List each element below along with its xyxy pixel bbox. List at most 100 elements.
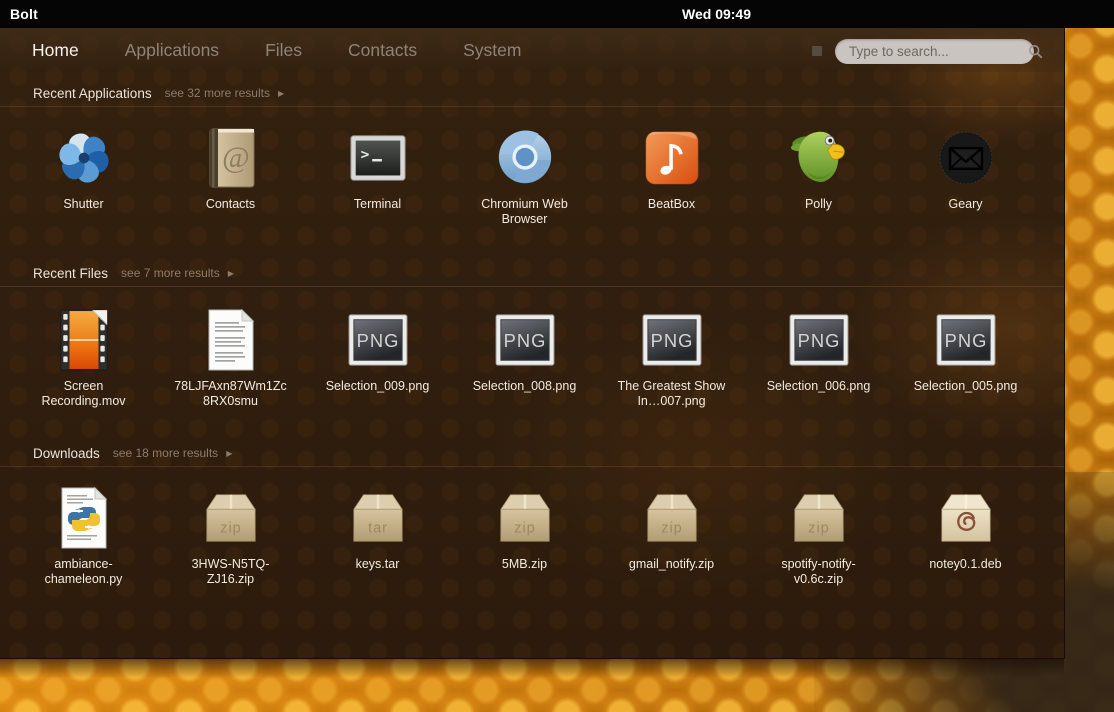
item-label: 3HWS-N5TQ-ZJ16.zip xyxy=(191,557,270,587)
app-menu-title[interactable]: Bolt xyxy=(10,6,38,22)
item-label: ambiance-chameleon.py xyxy=(44,557,123,587)
expand-arrow-icon[interactable]: ▶ xyxy=(228,269,234,278)
png-image-icon: PNG xyxy=(787,308,851,372)
top-system-bar: Bolt Wed 09:49 xyxy=(0,0,1114,28)
zip-archive-icon: zip xyxy=(493,486,557,550)
section-title: Downloads xyxy=(33,445,100,461)
chromium-icon xyxy=(493,126,557,190)
file-item-png[interactable]: PNG Selection_006.png xyxy=(745,308,892,410)
download-item-python[interactable]: ambiance-chameleon.py xyxy=(10,486,157,588)
geary-envelope-icon xyxy=(934,126,998,190)
search-box[interactable] xyxy=(835,39,1043,64)
app-item-contacts[interactable]: @ Contacts xyxy=(157,126,304,228)
download-item-zip[interactable]: zip gmail_notify.zip xyxy=(598,486,745,588)
recent-applications-grid: Shutter @ Contacts > Terminal Chromium W… xyxy=(10,126,1055,228)
file-item-png[interactable]: PNG Selection_009.png xyxy=(304,308,451,410)
section-title: Recent Applications xyxy=(33,85,152,101)
download-item-zip[interactable]: zip 5MB.zip xyxy=(451,486,598,588)
dash-panel: Home Applications Files Contacts System … xyxy=(0,28,1065,659)
item-label: The Greatest Show In…007.png xyxy=(617,379,726,409)
see-more-results-link[interactable]: see 18 more results xyxy=(113,446,218,460)
item-label: gmail_notify.zip xyxy=(628,557,715,571)
terminal-icon: > xyxy=(346,126,410,190)
file-item-screen-recording[interactable]: Screen Recording.mov xyxy=(10,308,157,410)
dash-indicator-icon xyxy=(812,46,822,56)
tar-archive-icon: tar xyxy=(346,486,410,550)
svg-text:zip: zip xyxy=(514,521,535,537)
section-header-recent-applications: Recent Applications see 32 more results … xyxy=(0,80,1064,107)
recent-files-grid: Screen Recording.mov 78LJFAxn87Wm1Zc8RX0 xyxy=(10,308,1055,410)
svg-text:zip: zip xyxy=(808,521,829,537)
address-book-icon: @ xyxy=(199,126,263,190)
section-header-recent-files: Recent Files see 7 more results ▶ xyxy=(0,260,1064,287)
svg-text:zip: zip xyxy=(661,521,682,537)
png-image-icon: PNG xyxy=(640,308,704,372)
svg-text:@: @ xyxy=(222,141,250,174)
item-label: Chromium Web Browser xyxy=(481,197,568,227)
item-label: Screen Recording.mov xyxy=(41,379,126,409)
file-item-png[interactable]: PNG Selection_005.png xyxy=(892,308,1039,410)
svg-text:tar: tar xyxy=(368,521,388,537)
file-item-png[interactable]: PNG Selection_008.png xyxy=(451,308,598,410)
download-item-deb[interactable]: notey0.1.deb xyxy=(892,486,1039,588)
item-label: 78LJFAxn87Wm1Zc8RX0smu xyxy=(174,379,287,409)
text-document-icon xyxy=(199,308,263,372)
polly-parrot-icon xyxy=(787,126,851,190)
section-title: Recent Files xyxy=(33,265,109,281)
expand-arrow-icon[interactable]: ▶ xyxy=(278,89,284,98)
app-item-geary[interactable]: Geary xyxy=(892,126,1039,228)
item-label: spotify-notify-v0.6c.zip xyxy=(781,557,856,587)
png-image-icon: PNG xyxy=(934,308,998,372)
section-header-downloads: Downloads see 18 more results ▶ xyxy=(0,440,1064,467)
item-label: Selection_006.png xyxy=(766,379,871,393)
app-item-shutter[interactable]: Shutter xyxy=(10,126,157,228)
app-item-beatbox[interactable]: BeatBox xyxy=(598,126,745,228)
see-more-results-link[interactable]: see 7 more results xyxy=(121,266,220,280)
png-image-icon: PNG xyxy=(346,308,410,372)
expand-arrow-icon[interactable]: ▶ xyxy=(226,449,232,458)
file-item-text-document[interactable]: 78LJFAxn87Wm1Zc8RX0smu xyxy=(157,308,304,410)
item-label: BeatBox xyxy=(647,197,696,211)
wallpaper-bottom-shade xyxy=(0,658,1064,678)
item-label: 5MB.zip xyxy=(501,557,548,571)
search-icon xyxy=(1028,44,1043,59)
download-item-zip[interactable]: zip spotify-notify-v0.6c.zip xyxy=(745,486,892,588)
item-label: Shutter xyxy=(63,197,104,211)
see-more-results-link[interactable]: see 32 more results xyxy=(165,86,270,100)
download-item-tar[interactable]: tar keys.tar xyxy=(304,486,451,588)
beatbox-music-note-icon xyxy=(640,126,704,190)
download-item-zip[interactable]: zip 3HWS-N5TQ-ZJ16.zip xyxy=(157,486,304,588)
svg-text:zip: zip xyxy=(220,521,241,537)
png-image-icon: PNG xyxy=(493,308,557,372)
item-label: Terminal xyxy=(353,197,402,211)
svg-text:>: > xyxy=(360,147,369,163)
app-item-polly[interactable]: Polly xyxy=(745,126,892,228)
item-label: notey0.1.deb xyxy=(929,557,1002,571)
python-script-icon xyxy=(52,486,116,550)
desktop-screen: Bolt Wed 09:49 Home Applications Files C… xyxy=(0,0,1114,712)
tab-files[interactable]: Files xyxy=(265,40,302,61)
zip-archive-icon: zip xyxy=(640,486,704,550)
app-item-chromium[interactable]: Chromium Web Browser xyxy=(451,126,598,228)
svg-text:PNG: PNG xyxy=(944,330,987,351)
deb-package-icon xyxy=(934,486,998,550)
item-label: Contacts xyxy=(205,197,256,211)
video-film-icon xyxy=(52,308,116,372)
tab-contacts[interactable]: Contacts xyxy=(348,40,417,61)
file-item-png[interactable]: PNG The Greatest Show In…007.png xyxy=(598,308,745,410)
item-label: keys.tar xyxy=(355,557,400,571)
dash-tab-bar: Home Applications Files Contacts System xyxy=(0,28,1064,72)
item-label: Geary xyxy=(948,197,983,211)
svg-text:PNG: PNG xyxy=(797,330,840,351)
svg-text:PNG: PNG xyxy=(356,330,399,351)
zip-archive-icon: zip xyxy=(199,486,263,550)
clock[interactable]: Wed 09:49 xyxy=(682,6,751,22)
search-input[interactable] xyxy=(847,43,1028,60)
zip-archive-icon: zip xyxy=(787,486,851,550)
shutter-icon xyxy=(52,126,116,190)
app-item-terminal[interactable]: > Terminal xyxy=(304,126,451,228)
tab-applications[interactable]: Applications xyxy=(125,40,219,61)
item-label: Selection_008.png xyxy=(472,379,577,393)
tab-home[interactable]: Home xyxy=(32,40,79,61)
tab-system[interactable]: System xyxy=(463,40,521,61)
